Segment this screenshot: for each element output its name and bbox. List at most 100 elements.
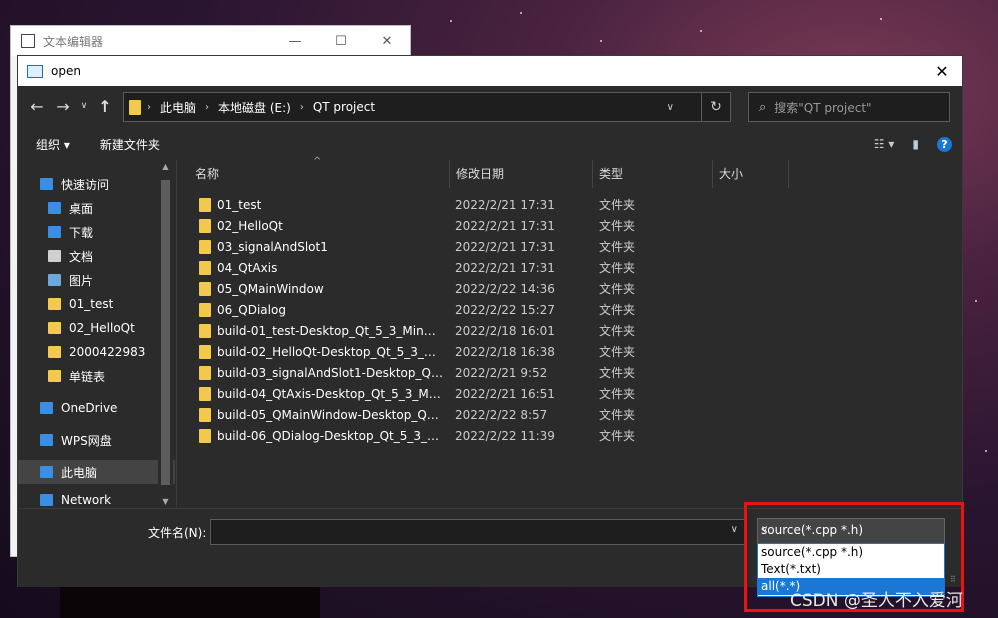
breadcrumb-qt-project[interactable]: QT project <box>313 100 375 114</box>
column-size[interactable]: 大小 <box>713 160 789 188</box>
sidebar-item-label: 01_test <box>69 297 114 311</box>
file-row[interactable]: 05_QMainWindow 2022/2/22 14:36 文件夹 <box>177 278 962 299</box>
column-type[interactable]: 类型 <box>593 160 713 188</box>
view-options-button[interactable]: ☷ ▾ <box>874 137 895 151</box>
network-icon <box>40 494 53 506</box>
scroll-down-icon[interactable]: ▼ <box>158 497 173 506</box>
filter-option-source[interactable]: source(*.cpp *.h) <box>758 544 944 561</box>
sidebar-item[interactable]: OneDrive <box>18 396 175 420</box>
file-row[interactable]: 03_signalAndSlot1 2022/2/21 17:31 文件夹 <box>177 236 962 257</box>
file-row[interactable]: build-03_signalAndSlot1-Desktop_Qt_... 20… <box>177 362 962 383</box>
column-headers: 名称 ^ 修改日期 类型 大小 <box>177 156 962 188</box>
breadcrumb-this-pc[interactable]: 此电脑 <box>160 99 196 116</box>
folder-icon <box>199 428 211 443</box>
column-date[interactable]: 修改日期 <box>450 160 593 188</box>
filter-option-text[interactable]: Text(*.txt) <box>758 561 944 578</box>
sidebar-item-label: 文档 <box>69 249 94 264</box>
file-name: 05_QMainWindow <box>217 281 324 296</box>
filename-input[interactable]: ∨ <box>210 519 745 545</box>
sidebar-item[interactable]: WPS网盘 <box>18 428 175 452</box>
folder-icon <box>48 346 61 358</box>
breadcrumb-local-disk[interactable]: 本地磁盘 (E:) <box>218 99 291 116</box>
chevron-down-icon[interactable]: ∨ <box>761 524 940 535</box>
file-type: 文件夹 <box>599 198 636 212</box>
folder-icon <box>199 407 211 422</box>
watermark: CSDN @圣人不入爱河 <box>790 591 963 611</box>
new-folder-button[interactable]: 新建文件夹 <box>100 136 160 153</box>
organize-button[interactable]: 组织 ▾ <box>36 136 70 153</box>
folder-icon <box>199 281 211 296</box>
scroll-up-icon[interactable]: ▲ <box>158 162 173 171</box>
recent-locations-button[interactable]: ∨ <box>76 101 92 111</box>
file-row[interactable]: 06_QDialog 2022/2/22 15:27 文件夹 <box>177 299 962 320</box>
file-name: build-06_QDialog-Desktop_Qt_5_3_M... <box>217 428 443 443</box>
sidebar-item[interactable]: 快速访问 <box>18 172 175 196</box>
preview-pane-button[interactable]: ▮ <box>912 137 919 151</box>
close-button[interactable]: ✕ <box>364 34 410 49</box>
sidebar-item[interactable]: 此电脑 <box>18 460 175 484</box>
sidebar-item[interactable]: 桌面⚲ <box>18 196 175 220</box>
refresh-button[interactable]: ↻ <box>701 93 730 121</box>
file-date: 2022/2/22 8:57 <box>455 407 548 422</box>
file-type: 文件夹 <box>599 345 636 359</box>
maximize-button[interactable]: ☐ <box>318 34 364 49</box>
dialog-close-button[interactable]: ✕ <box>922 62 962 81</box>
filename-dropdown-icon[interactable]: ∨ <box>731 524 738 535</box>
navigation-pane: 快速访问桌面⚲下载⚲文档⚲图片⚲ 01_test 02_HelloQt 2000422… <box>18 160 175 508</box>
sidebar-item[interactable]: Network <box>18 488 175 508</box>
computer-icon <box>40 466 53 478</box>
file-name: 02_HelloQt <box>217 218 283 233</box>
address-dropdown-icon[interactable]: ∨ <box>667 102 674 113</box>
dialog-titlebar[interactable]: open ✕ <box>18 56 962 86</box>
file-row[interactable]: build-05_QMainWindow-Desktop_Qt_... 2022/… <box>177 404 962 425</box>
file-name: 01_test <box>217 197 262 212</box>
file-date: 2022/2/18 16:01 <box>455 323 555 338</box>
scrollbar-thumb[interactable] <box>161 180 170 485</box>
file-row[interactable]: 01_test 2022/2/21 17:31 文件夹 <box>177 194 962 215</box>
folder-icon <box>199 323 211 338</box>
sidebar-item[interactable]: 下载⚲ <box>18 220 175 244</box>
file-type: 文件夹 <box>599 240 636 254</box>
cloud-icon <box>40 434 53 446</box>
file-type-filter[interactable]: source(*.cpp *.h) ∨ <box>757 518 945 544</box>
file-row[interactable]: build-06_QDialog-Desktop_Qt_5_3_M... 2022… <box>177 425 962 446</box>
sidebar-item-label: WPS网盘 <box>61 433 112 448</box>
up-button[interactable]: ↑ <box>92 97 118 116</box>
sidebar-item[interactable]: 2000422983 <box>18 340 175 364</box>
star-decoration <box>975 300 977 302</box>
file-name: build-02_HelloQt-Desktop_Qt_5_3_Mi... <box>217 344 443 359</box>
sidebar-item-label: 桌面 <box>69 201 94 216</box>
folder-icon <box>48 298 61 310</box>
file-row[interactable]: 04_QtAxis 2022/2/21 17:31 文件夹 <box>177 257 962 278</box>
sidebar-item[interactable]: 单链表 <box>18 364 175 388</box>
file-date: 2022/2/22 14:36 <box>455 281 555 296</box>
file-row[interactable]: build-02_HelloQt-Desktop_Qt_5_3_Mi... 202… <box>177 341 962 362</box>
file-type: 文件夹 <box>599 408 636 422</box>
sort-ascending-icon: ^ <box>313 156 322 167</box>
file-name: build-05_QMainWindow-Desktop_Qt_... <box>217 407 443 422</box>
folder-icon <box>199 239 211 254</box>
help-button[interactable]: ? <box>937 136 952 152</box>
forward-button[interactable]: → <box>50 97 76 116</box>
sidebar-item[interactable]: 01_test <box>18 292 175 316</box>
folder-icon <box>48 370 61 382</box>
back-button[interactable]: ← <box>24 97 50 116</box>
folder-icon <box>199 365 211 380</box>
star-decoration <box>520 12 522 14</box>
sidebar-item[interactable]: 文档⚲ <box>18 244 175 268</box>
minimize-button[interactable]: — <box>272 34 318 49</box>
sidebar-item[interactable]: 图片⚲ <box>18 268 175 292</box>
search-input[interactable]: ⌕ 搜索"QT project" <box>748 92 950 122</box>
file-row[interactable]: build-04_QtAxis-Desktop_Qt_5_3_Min... 202… <box>177 383 962 404</box>
sidebar-item[interactable]: 02_HelloQt <box>18 316 175 340</box>
file-type: 文件夹 <box>599 303 636 317</box>
file-type: 文件夹 <box>599 219 636 233</box>
file-name: 03_signalAndSlot1 <box>217 239 328 254</box>
file-row[interactable]: 02_HelloQt 2022/2/21 17:31 文件夹 <box>177 215 962 236</box>
address-bar[interactable]: › 此电脑 › 本地磁盘 (E:) › QT project ∨ ↻ <box>123 92 731 122</box>
file-row[interactable]: build-01_test-Desktop_Qt_5_3_MinG... 2022… <box>177 320 962 341</box>
folder-icon <box>199 386 211 401</box>
background-window-titlebar[interactable]: 文本编辑器 — ☐ ✕ <box>11 26 410 56</box>
navigation-scrollbar[interactable]: ▲ ▼ <box>158 160 173 508</box>
file-type: 文件夹 <box>599 261 636 275</box>
